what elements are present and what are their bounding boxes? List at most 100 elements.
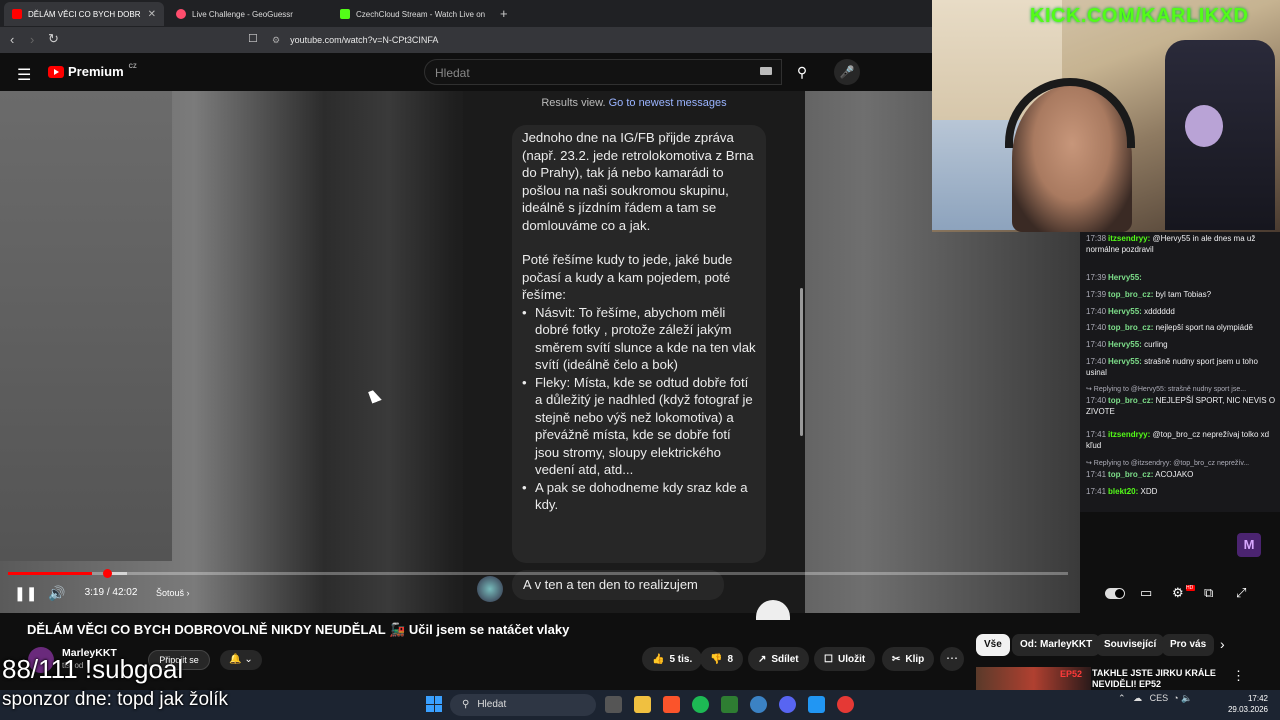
chapter-button[interactable]: Šotouš › [156, 583, 190, 603]
app-icon[interactable] [750, 696, 767, 713]
app-icon[interactable] [837, 696, 854, 713]
windows-start-icon[interactable] [426, 696, 442, 712]
chat-username[interactable]: Hervy55: [1108, 340, 1142, 349]
results-view-notice: Results view. Go to newest messages [463, 97, 805, 109]
video-title: DĚLÁM VĚCI CO BYCH DOBROVOLNĚ NIKDY NEUD… [27, 622, 570, 637]
fullscreen-icon[interactable]: ⤢ [1236, 585, 1246, 601]
message-list: Násvit: To řešíme, abychom měli dobré fo… [522, 304, 756, 514]
chat-message: 17:39 top_bro_cz: byl tam Tobias? [1086, 289, 1276, 300]
chat-timestamp: 17:39 [1086, 290, 1107, 299]
share-button[interactable]: ↗ Sdílet [748, 647, 809, 671]
results-view-text: Results view. [541, 97, 609, 109]
address-bar[interactable]: ⚙ youtube.com/watch?v=N-CPt3CINFA [272, 31, 912, 49]
app-icon[interactable] [808, 696, 825, 713]
volume-icon[interactable]: 🔊 [48, 585, 65, 602]
youtube-logo[interactable]: Premium CZ [48, 64, 137, 79]
forward-icon[interactable]: › [30, 32, 34, 47]
chat-timestamp: 17:40 [1086, 357, 1107, 366]
chat-username[interactable]: top_bro_cz: [1108, 323, 1153, 332]
tab-label: Live Challenge - GeoGuessr [192, 9, 293, 19]
file-explorer-icon[interactable] [634, 696, 651, 713]
chat-message: 17:40 Hervy55: curling [1086, 339, 1276, 350]
discord-icon[interactable] [779, 696, 796, 713]
tab-geoguessr[interactable]: Live Challenge - GeoGuessr [168, 2, 328, 26]
tab-kick[interactable]: CzechCloud Stream - Watch Live on [332, 2, 492, 26]
settings-gear-icon[interactable]: ⚙ [1172, 585, 1184, 601]
chat-username[interactable]: top_bro_cz: [1108, 396, 1153, 405]
spotify-icon[interactable] [692, 696, 709, 713]
clip-button[interactable]: ✂ Klip [882, 647, 935, 671]
miniplayer-icon[interactable]: ⧉ [1204, 585, 1213, 601]
chip-from-channel[interactable]: Od: MarleyKKT [1012, 634, 1101, 656]
like-button[interactable]: 👍 5 tis. [642, 647, 703, 671]
chat-username[interactable]: Hervy55: [1108, 357, 1142, 366]
task-view-icon[interactable] [605, 696, 622, 713]
app-icon[interactable] [721, 696, 738, 713]
tab-youtube[interactable]: DĚLÁM VĚCI CO BYCH DOBR ✕ [4, 2, 164, 26]
reload-icon[interactable]: ↻ [48, 31, 59, 47]
brave-browser-icon[interactable] [663, 696, 680, 713]
recommendation-thumbnail[interactable]: EP52 [976, 667, 1091, 691]
clock-date: 29.03.2026 [1227, 705, 1268, 714]
logo-text: Premium [68, 64, 124, 79]
more-vert-icon[interactable]: ⋮ [1232, 668, 1245, 684]
taskbar-clock[interactable]: 17:42 29.03.2026 [1220, 693, 1268, 715]
autoplay-toggle[interactable] [1105, 588, 1125, 599]
site-info-icon[interactable]: ⚙ [272, 35, 280, 46]
chip-for-you[interactable]: Pro vás [1162, 634, 1215, 656]
chapter-label: Šotouš [156, 588, 185, 598]
chat-username[interactable]: blekt20: [1108, 487, 1138, 496]
chat-timestamp: 17:40 [1086, 340, 1107, 349]
message-bubble: Jednoho dne na IG/FB přijde zpráva (např… [512, 125, 766, 563]
recommendation-title[interactable]: TAKHLE JSTE JIRKU KRÁLE NEVIDĚLI! EP52 [1092, 668, 1222, 690]
network-icon[interactable]: ☁ [1133, 693, 1142, 703]
chip-related[interactable]: Související [1096, 634, 1165, 656]
new-tab-button[interactable]: + [500, 6, 508, 21]
taskbar-search-label: Hledat [477, 699, 507, 710]
chat-timestamp: 17:38 [1086, 234, 1107, 243]
chat-timestamp: 17:39 [1086, 273, 1107, 282]
chat-username[interactable]: top_bro_cz: [1108, 290, 1153, 299]
chip-all[interactable]: Vše [976, 634, 1010, 656]
save-button[interactable]: ☐ Uložit [814, 647, 876, 671]
search-button[interactable]: ⚲ [784, 59, 820, 85]
chat-message: 17:38 itzsendryy: @Hervy55 in ale dnes ma… [1086, 233, 1276, 255]
chevron-up-icon[interactable]: ⌃ [1118, 693, 1126, 703]
wifi-icon[interactable]: ◔ [1173, 693, 1178, 703]
bookmark-icon[interactable]: ☐ [248, 32, 258, 45]
share-icon: ↗ [758, 653, 767, 665]
geoguessr-favicon-icon [176, 9, 186, 19]
bookmark-save-icon: ☐ [824, 653, 833, 665]
chat-username[interactable]: itzsendryy: [1108, 234, 1150, 243]
chat-username[interactable]: itzsendryy: [1108, 430, 1150, 439]
chat-username[interactable]: Hervy55: [1108, 307, 1142, 316]
chat-text: xdddddd [1141, 307, 1175, 316]
close-tab-icon[interactable]: ✕ [148, 9, 156, 20]
scrubber-handle[interactable] [103, 569, 112, 578]
voice-search-icon[interactable]: 🎤 [834, 59, 860, 85]
more-actions-button[interactable]: ⋯ [940, 647, 964, 671]
subtitles-icon[interactable]: ▭ [1140, 585, 1152, 601]
taskbar-search[interactable]: ⚲ Hledat [450, 694, 596, 716]
notification-bell-icon[interactable]: 🔔 ⌄ [220, 650, 262, 670]
chat-text: XDD [1138, 487, 1158, 496]
chevron-right-icon[interactable]: › [1220, 636, 1225, 652]
clock-time: 17:42 [1247, 694, 1268, 703]
search-input[interactable]: Hledat [424, 59, 782, 85]
chat-username[interactable]: top_bro_cz: [1108, 470, 1153, 479]
dislike-button[interactable]: 👎 8 [700, 647, 744, 671]
speaker-icon[interactable]: 🔈 [1181, 693, 1192, 703]
language-indicator[interactable]: CES [1150, 693, 1169, 703]
region-code: CZ [128, 63, 137, 70]
message-paragraph: Poté řešíme kudy to jede, jaké bude poča… [522, 252, 733, 302]
progress-bar[interactable] [8, 572, 1068, 575]
chat-timestamp: 17:41 [1086, 487, 1107, 496]
back-icon[interactable]: ‹ [10, 32, 14, 47]
thumbs-down-icon: 👎 [710, 653, 723, 665]
system-tray[interactable]: ⌃ ☁ CES ◔ 🔈 [1118, 693, 1192, 704]
keyboard-icon[interactable] [760, 67, 772, 75]
chat-username[interactable]: Hervy55: [1108, 273, 1142, 282]
hamburger-menu-icon[interactable]: ☰ [17, 65, 31, 85]
chat-reply-context: ↪ Replying to @Hervy55: strašně nudny sp… [1086, 386, 1247, 393]
pause-icon[interactable]: ❚❚ [14, 585, 37, 602]
